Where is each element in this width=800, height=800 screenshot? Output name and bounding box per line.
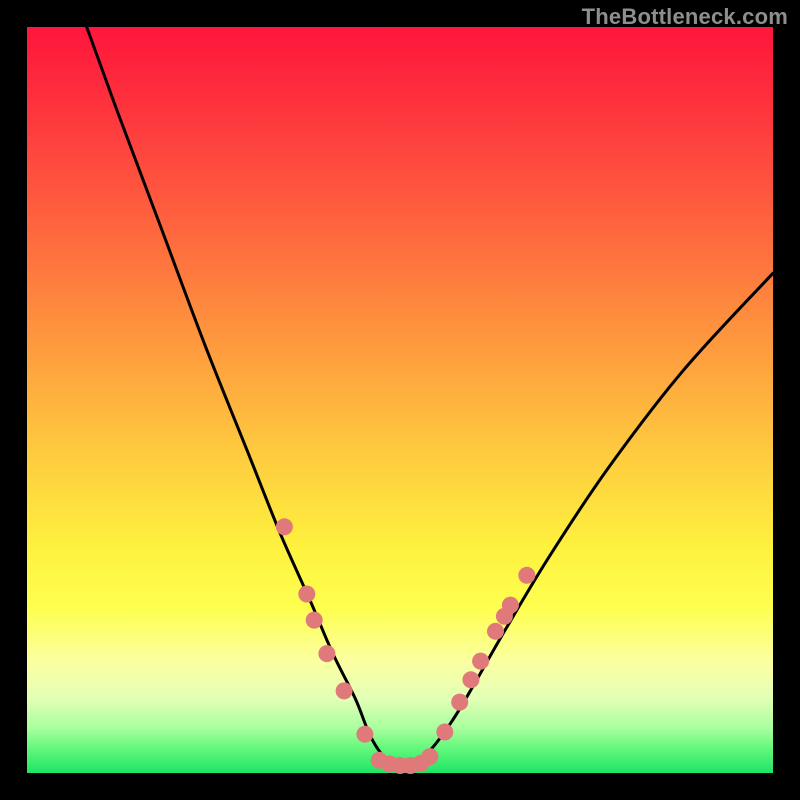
curve-marker: [487, 623, 504, 640]
curve-marker: [462, 671, 479, 688]
curve-marker: [318, 645, 335, 662]
curve-marker: [276, 518, 293, 535]
plot-area: [27, 27, 773, 773]
chart-svg: [27, 27, 773, 773]
curve-marker: [502, 597, 519, 614]
curve-marker: [451, 694, 468, 711]
outer-frame: TheBottleneck.com: [0, 0, 800, 800]
curve-marker: [518, 567, 535, 584]
curve-marker: [298, 586, 315, 603]
curve-marker: [472, 653, 489, 670]
curve-marker: [336, 682, 353, 699]
curve-marker: [421, 748, 438, 765]
bottleneck-curve: [87, 27, 773, 766]
curve-marker: [356, 726, 373, 743]
watermark-text: TheBottleneck.com: [582, 4, 788, 30]
curve-marker: [436, 724, 453, 741]
curve-marker: [306, 612, 323, 629]
